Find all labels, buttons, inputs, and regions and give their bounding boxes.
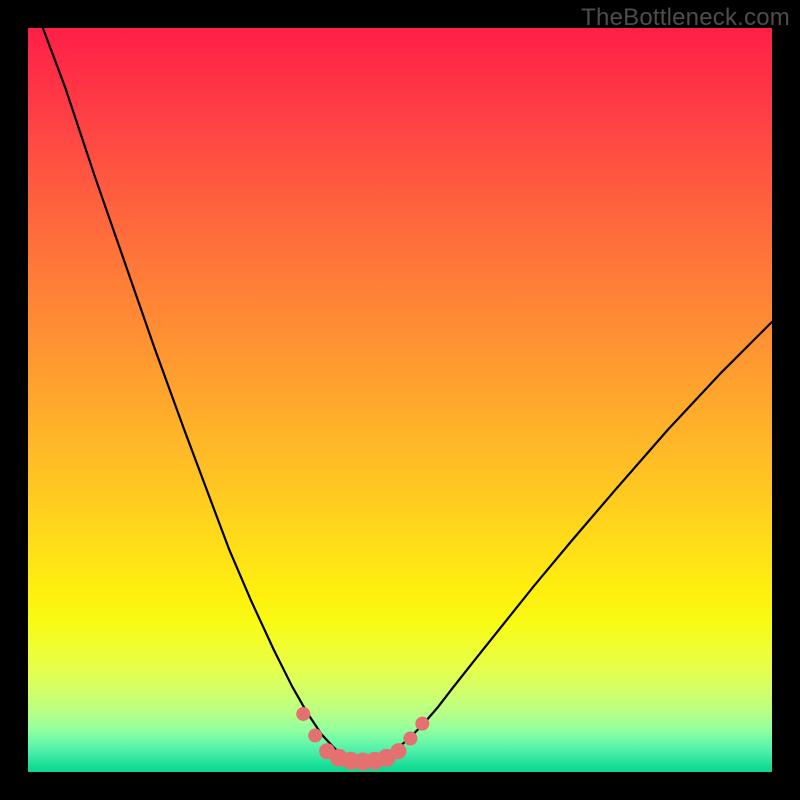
bottom-markers	[296, 707, 429, 771]
bottleneck-curve	[43, 28, 772, 762]
marker-dot	[415, 717, 429, 731]
figure-frame: TheBottleneck.com	[0, 0, 800, 800]
plot-area	[28, 28, 772, 772]
marker-dot	[308, 729, 322, 743]
marker-dot	[391, 743, 407, 759]
watermark-text: TheBottleneck.com	[581, 4, 790, 32]
marker-dot	[296, 707, 310, 721]
chart-svg	[28, 28, 772, 772]
marker-dot	[403, 732, 417, 746]
